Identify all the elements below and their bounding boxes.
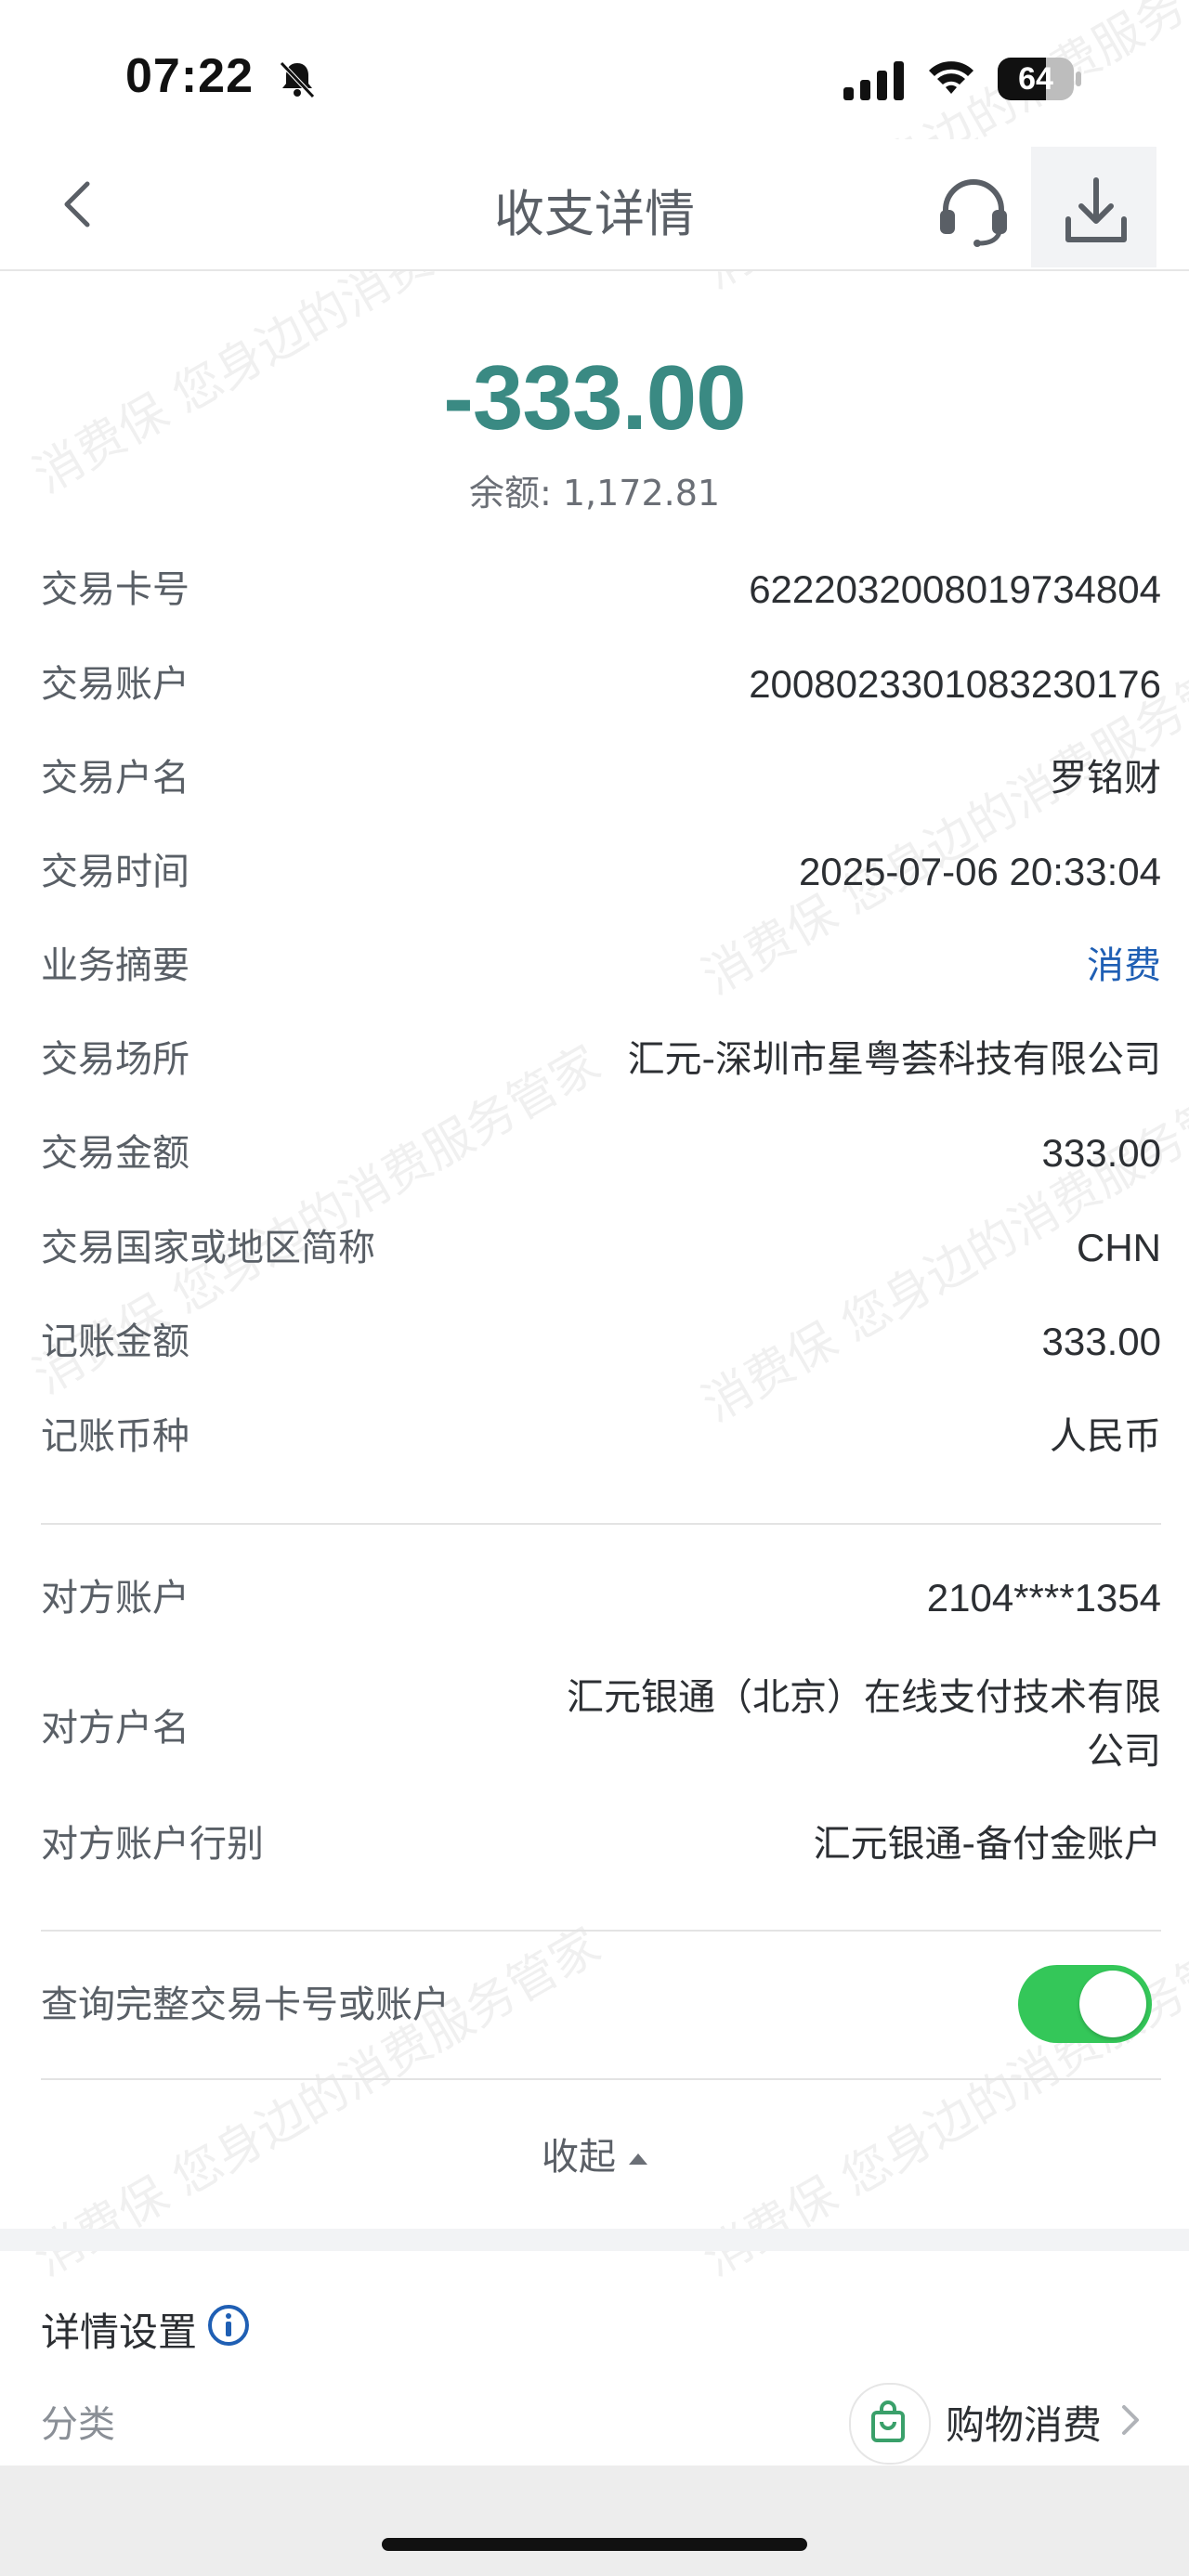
section-divider	[41, 2078, 1161, 2080]
detail-value-line1: 汇元银通（北京）在线支付技术有限	[567, 1676, 1161, 1719]
caret-up-icon	[629, 2153, 647, 2165]
detail-label: 交易国家或地区简称	[41, 1227, 375, 1269]
full-number-toggle-row: 查询完整交易卡号或账户	[41, 1972, 1161, 2037]
detail-value: 汇元-深圳市星粤荟科技有限公司	[627, 1038, 1161, 1081]
wifi-icon	[929, 61, 973, 94]
detail-value: 人民币	[1050, 1415, 1161, 1458]
detail-label: 交易卡号	[41, 568, 189, 611]
battery-indicator: 64	[998, 58, 1083, 100]
detail-value: 2025-07-06 20:33:04	[799, 850, 1161, 893]
detail-label: 交易户名	[41, 757, 189, 800]
navigation-bar: 收支详情	[0, 139, 1189, 271]
detail-value: 罗铭财	[1050, 757, 1161, 800]
section-separator	[0, 2229, 1189, 2251]
collapse-label: 收起	[542, 2136, 616, 2179]
cellular-signal-icon	[843, 61, 904, 100]
customer-service-icon[interactable]	[934, 173, 1013, 251]
info-icon[interactable]	[206, 2303, 251, 2348]
category-value[interactable]: 购物消费	[946, 2394, 1102, 2451]
detail-value: 汇元银通-备付金账户	[813, 1823, 1161, 1866]
detail-row-account: 交易账户 2008023301083230176	[41, 652, 1161, 717]
detail-label: 记账金额	[41, 1321, 189, 1363]
category-label: 分类	[41, 2403, 115, 2446]
summary-link[interactable]: 消费	[1087, 933, 1161, 998]
section-divider	[41, 1523, 1161, 1525]
shopping-bag-icon	[871, 2400, 905, 2442]
bell-muted-icon	[280, 61, 315, 98]
detail-settings-title: 详情设置	[41, 2309, 198, 2355]
counterparty-name-value: 汇元银通（北京）在线支付技术有限 公司	[41, 1672, 1161, 1783]
transaction-amount: -333.00	[443, 346, 746, 449]
detail-value: 6222032008019734804	[749, 567, 1161, 611]
toggle-label: 查询完整交易卡号或账户	[41, 1984, 450, 2026]
balance-line: 余额: 1,172.81	[0, 464, 1189, 515]
detail-value: 333.00	[1041, 1320, 1161, 1363]
balance-value: 1,172.81	[562, 473, 721, 514]
detail-label: 对方账户行别	[41, 1823, 264, 1866]
detail-row-counterparty-account: 对方账户 2104****1354	[41, 1566, 1161, 1631]
home-indicator[interactable]	[382, 2538, 807, 2551]
detail-value: 2104****1354	[926, 1576, 1161, 1620]
chevron-right-icon[interactable]	[1117, 2401, 1144, 2439]
battery-level: 64	[1018, 61, 1053, 97]
detail-value: 2008023301083230176	[749, 662, 1161, 706]
detail-label: 对方账户	[41, 1577, 189, 1620]
section-divider	[41, 1930, 1161, 1932]
detail-row-card-number: 交易卡号 6222032008019734804	[41, 557, 1161, 622]
detail-row-counterparty-bank: 对方账户行别 汇元银通-备付金账户	[41, 1812, 1161, 1877]
detail-label: 记账币种	[41, 1415, 189, 1458]
detail-value: CHN	[1077, 1226, 1161, 1269]
detail-row-amount: 交易金额 333.00	[41, 1121, 1161, 1186]
detail-row-country: 交易国家或地区简称 CHN	[41, 1216, 1161, 1281]
balance-label: 余额:	[468, 473, 552, 514]
status-time: 07:22	[125, 49, 254, 103]
collapse-button[interactable]: 收起	[0, 2127, 1189, 2180]
detail-row-posted-amount: 记账金额 333.00	[41, 1309, 1161, 1374]
toggle-knob	[1079, 1971, 1146, 2037]
download-icon[interactable]	[1059, 173, 1133, 247]
detail-label: 业务摘要	[41, 944, 189, 987]
bottom-bar	[0, 2465, 1189, 2576]
detail-row-currency: 记账币种 人民币	[41, 1404, 1161, 1469]
full-number-toggle[interactable]	[1018, 1965, 1152, 2043]
detail-row-merchant: 交易场所 汇元-深圳市星粤荟科技有限公司	[41, 1027, 1161, 1092]
detail-label: 交易场所	[41, 1038, 189, 1081]
detail-label: 交易金额	[41, 1132, 189, 1175]
detail-label: 交易时间	[41, 851, 189, 893]
detail-row-account-name: 交易户名 罗铭财	[41, 746, 1161, 811]
detail-row-summary: 业务摘要 消费	[41, 933, 1161, 998]
detail-label: 交易账户	[41, 663, 189, 706]
status-bar: 07:22 64	[0, 0, 1189, 139]
detail-value-line2: 公司	[1087, 1730, 1161, 1773]
detail-value: 333.00	[1041, 1131, 1161, 1175]
detail-row-time: 交易时间 2025-07-06 20:33:04	[41, 839, 1161, 904]
